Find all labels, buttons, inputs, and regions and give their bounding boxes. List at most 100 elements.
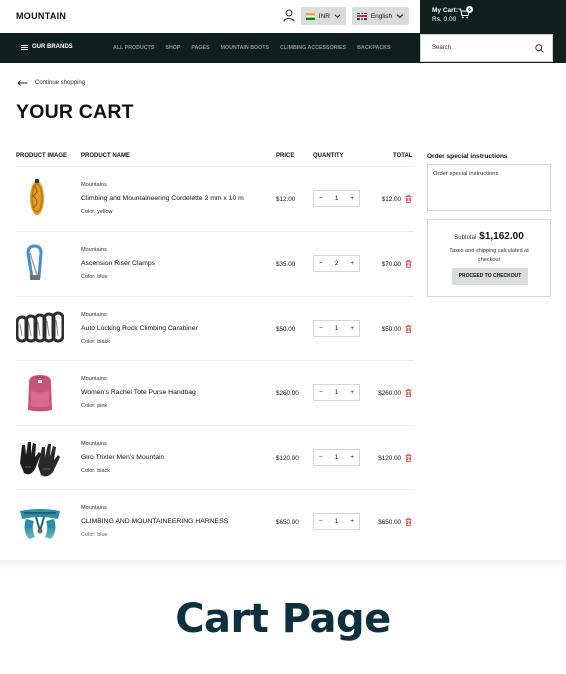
quantity-stepper[interactable]: − 2 + [313, 255, 360, 272]
line-total: $50.00 [381, 326, 401, 333]
uk-flag-icon [357, 12, 367, 20]
cart-row: Mountains Women's Rachel Tote Purse Hand… [16, 361, 414, 425]
nav-item-all-products[interactable]: ALL PRODUCTS [113, 45, 154, 51]
trash-icon[interactable] [405, 518, 412, 526]
currency-select[interactable]: INR [301, 7, 346, 25]
minus-icon[interactable]: − [319, 325, 323, 332]
top-header: MOUNTAIN INR English My Cart: Rs. 0.00 0 [0, 0, 566, 33]
plus-icon[interactable]: + [350, 454, 354, 461]
quantity-value[interactable]: 1 [335, 455, 338, 461]
nav-item-shop[interactable]: SHOP [165, 45, 180, 51]
user-icon[interactable] [283, 9, 295, 22]
product-color: Color: yellow [81, 209, 113, 215]
plus-icon[interactable]: + [350, 195, 354, 202]
search-input[interactable]: Search [420, 34, 553, 62]
instructions-textarea[interactable]: Order special instructions [427, 164, 551, 211]
trash-icon[interactable] [405, 325, 412, 333]
product-price: $260.00 [276, 390, 299, 397]
cart-row: Mountains Climbing and Mountaineering Co… [16, 167, 414, 231]
subtotal: Subtotal $1,162.00 [428, 231, 550, 242]
minus-icon[interactable]: − [319, 454, 323, 461]
quantity-value[interactable]: 2 [335, 261, 338, 267]
product-image-rope[interactable] [16, 174, 64, 222]
line-total: $650.00 [378, 519, 401, 526]
page-caption: Cart Page [175, 596, 391, 642]
checkout-button[interactable]: PROCEED TO CHECKOUT [452, 268, 528, 285]
product-price: $120.00 [276, 455, 299, 462]
product-image-gloves[interactable] [16, 433, 64, 481]
chevron-down-icon [396, 14, 404, 19]
product-name[interactable]: Women's Rachel Tote Purse Handbag [81, 389, 196, 396]
col-header-quantity: QUANTITY [313, 153, 344, 159]
line-total: $12.00 [381, 196, 401, 203]
our-brands-label: OUR BRANDS [32, 44, 73, 50]
line-total: $70.00 [381, 261, 401, 268]
trash-icon[interactable] [405, 260, 412, 268]
product-image-carabiners[interactable] [16, 304, 64, 352]
product-name[interactable]: Climbing and Mountaineering Cordelette 2… [81, 195, 244, 202]
cart-row: Mountains Ascension Riser Clamps Color: … [16, 232, 414, 296]
quantity-value[interactable]: 1 [335, 519, 338, 525]
language-select[interactable]: English [352, 7, 409, 25]
product-image-backpack[interactable] [16, 368, 64, 416]
chevron-down-icon [334, 14, 341, 19]
order-summary: Subtotal $1,162.00 Taxes and shipping cal… [427, 219, 551, 297]
instructions-placeholder: Order special instructions [433, 171, 499, 177]
product-price: $12.00 [276, 196, 296, 203]
minus-icon[interactable]: − [319, 389, 323, 396]
line-total: $120.00 [378, 455, 401, 462]
trash-icon[interactable] [405, 389, 412, 397]
trash-icon[interactable] [405, 195, 412, 203]
product-color: Color: black [81, 468, 111, 474]
product-vendor: Mountains [81, 376, 107, 382]
cart-label[interactable]: My Cart: [432, 7, 458, 14]
search-placeholder: Search [432, 45, 452, 51]
product-name[interactable]: Auto Locking Rock Climbing Carabiner [81, 325, 198, 332]
currency-value: INR [318, 12, 330, 20]
our-brands-menu[interactable]: OUR BRANDS [21, 44, 73, 50]
quantity-stepper[interactable]: − 1 + [313, 190, 360, 207]
quantity-stepper[interactable]: − 1 + [313, 320, 360, 337]
quantity-stepper[interactable]: − 1 + [313, 384, 360, 401]
product-vendor: Mountains [81, 441, 107, 447]
cart-total[interactable]: Rs. 0.00 [432, 16, 456, 23]
quantity-value[interactable]: 1 [335, 196, 338, 202]
trash-icon[interactable] [405, 454, 412, 462]
product-name[interactable]: Giro Trixter Men's Mountain [81, 454, 164, 461]
nav-links: ALL PRODUCTS SHOP PAGES MOUNTAIN BOOTS C… [113, 45, 402, 51]
cart-count-badge: 0 [466, 6, 473, 13]
col-header-price: PRICE [276, 153, 295, 159]
site-logo[interactable]: MOUNTAIN [16, 11, 66, 21]
language-value: English [370, 12, 393, 20]
minus-icon[interactable]: − [319, 195, 323, 202]
product-vendor: Mountains [81, 312, 107, 318]
product-vendor: Mountains [81, 247, 107, 253]
continue-shopping-link[interactable]: Continue shopping [17, 80, 85, 86]
product-color: Color: blue [81, 274, 108, 280]
nav-item-backpacks[interactable]: BACKPACKS [357, 45, 390, 51]
search-icon[interactable] [535, 44, 544, 53]
plus-icon[interactable]: + [350, 389, 354, 396]
minus-icon[interactable]: − [319, 518, 323, 525]
plus-icon[interactable]: + [350, 518, 354, 525]
product-image-clamp[interactable] [16, 239, 64, 287]
col-header-image: PRODUCT IMAGE [16, 153, 67, 159]
quantity-stepper[interactable]: − 1 + [313, 449, 360, 466]
nav-item-mountain-boots[interactable]: MOUNTAIN BOOTS [221, 45, 269, 51]
quantity-value[interactable]: 1 [335, 326, 338, 332]
quantity-value[interactable]: 1 [335, 390, 338, 396]
instructions-title: Order special instructions [427, 153, 508, 160]
cart-row: Mountains Giro Trixter Men's Mountain Co… [16, 426, 414, 490]
product-vendor: Mountains [81, 182, 107, 188]
plus-icon[interactable]: + [350, 325, 354, 332]
taxes-note: Taxes and shipping calculated at checkou… [449, 248, 529, 263]
continue-shopping-label: Continue shopping [35, 80, 86, 86]
nav-item-climbing-accessories[interactable]: CLIMBING ACCESSORIES [280, 45, 346, 51]
product-name[interactable]: CLIMBING AND MOUNTAINEERING HARNESS [81, 518, 228, 525]
minus-icon[interactable]: − [319, 260, 323, 267]
product-price: $650.00 [276, 519, 299, 526]
product-name[interactable]: Ascension Riser Clamps [81, 260, 155, 267]
nav-item-pages[interactable]: PAGES [191, 45, 209, 51]
col-header-name: PRODUCT NAME [81, 153, 130, 159]
plus-icon[interactable]: + [350, 260, 354, 267]
